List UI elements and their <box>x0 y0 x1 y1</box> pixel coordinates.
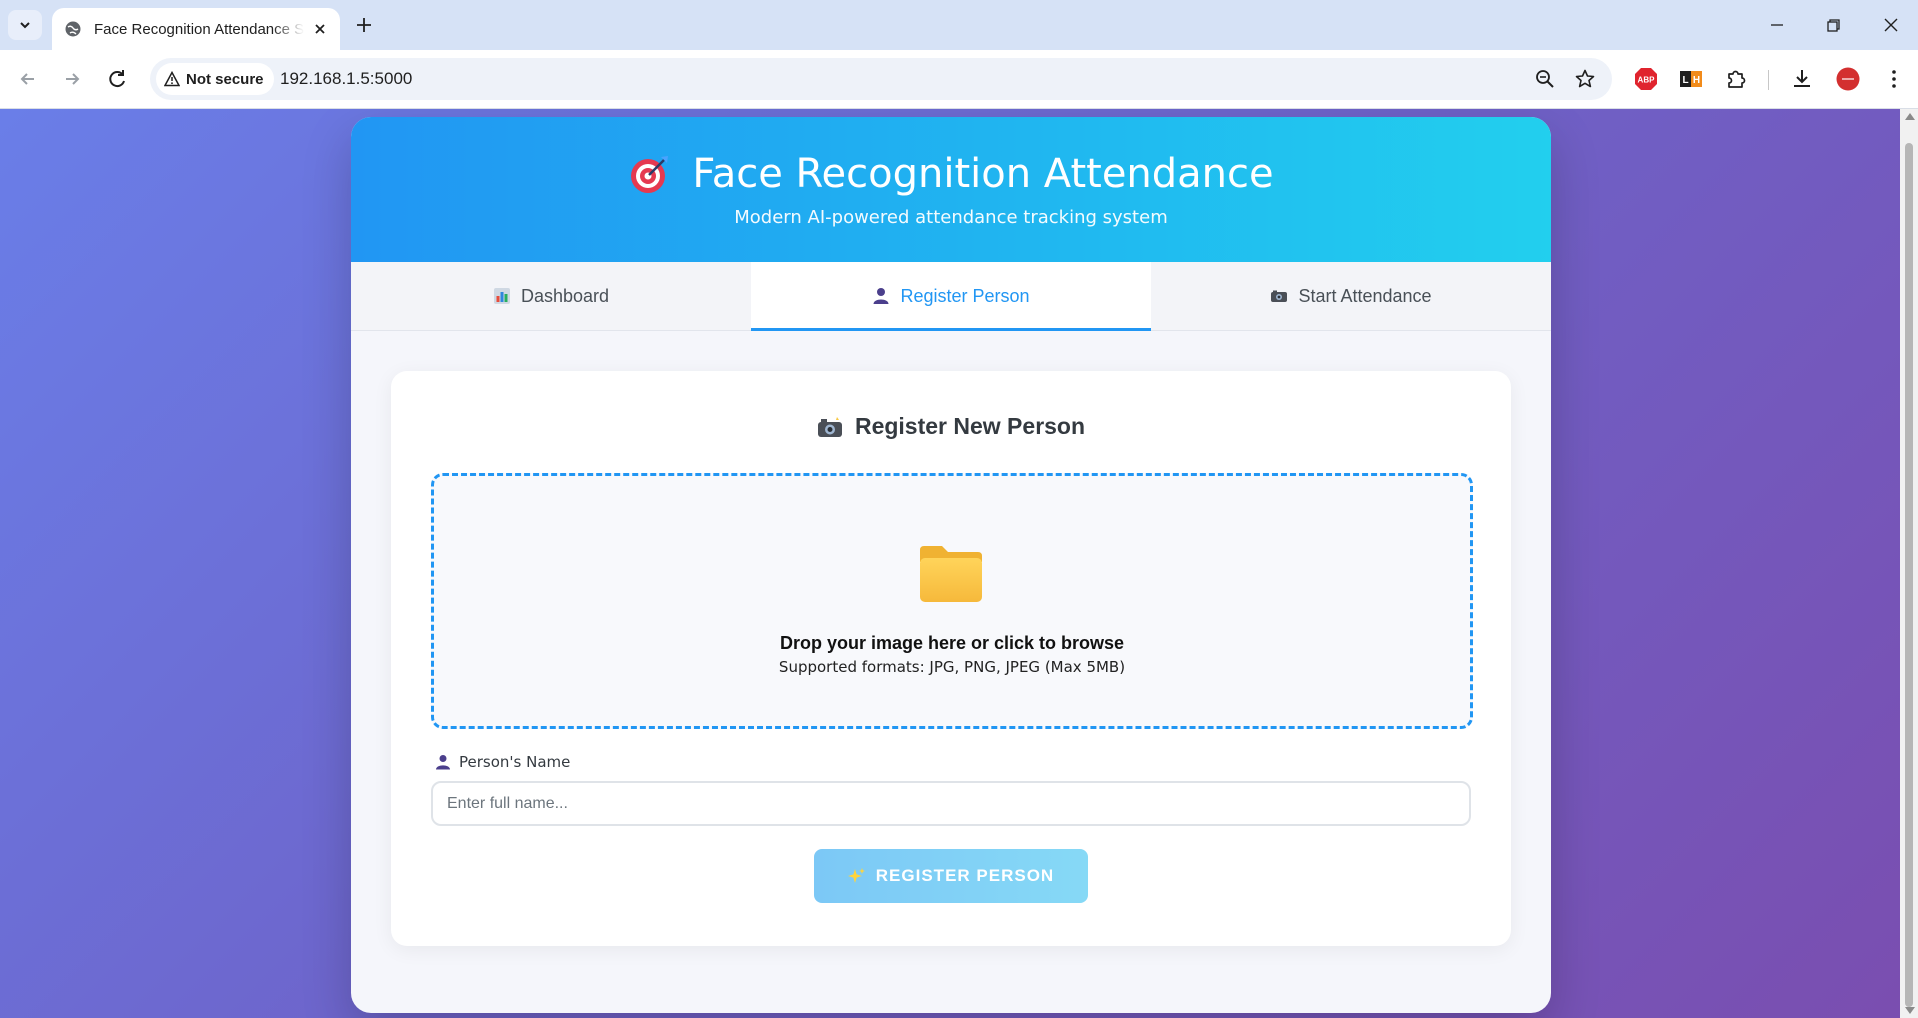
tab-search-button[interactable] <box>8 10 42 40</box>
register-person-button[interactable]: REGISTER PERSON <box>814 849 1088 903</box>
reload-icon[interactable] <box>104 65 132 93</box>
address-bar[interactable]: Not secure 192.168.1.5:5000 <box>150 58 1612 100</box>
dropzone-formats: Supported formats: JPG, PNG, JPEG (Max 5… <box>778 658 1126 676</box>
main-tabs: Dashboard Register Person Start Attendan… <box>351 262 1551 331</box>
app-container: Face Recognition Attendance Modern AI-po… <box>351 117 1551 1013</box>
browser-toolbar: Not secure 192.168.1.5:5000 ABP LH <box>0 50 1918 109</box>
security-label: Not secure <box>186 70 264 88</box>
tab-dashboard-label: Dashboard <box>520 285 610 306</box>
tab-register-label: Register Person <box>900 285 1030 306</box>
chevron-down-icon <box>20 22 30 29</box>
camera-flash-icon <box>817 416 842 437</box>
close-window-icon[interactable] <box>1878 12 1904 38</box>
url-text[interactable]: 192.168.1.5:5000 <box>280 69 412 89</box>
download-icon[interactable] <box>1790 67 1814 91</box>
register-title-text: Register New Person <box>854 413 1086 439</box>
restore-icon[interactable] <box>1820 12 1846 38</box>
app-subtitle: Modern AI-powered attendance tracking sy… <box>734 207 1168 228</box>
abp-icon[interactable]: ABP <box>1634 67 1658 91</box>
person-name-input[interactable] <box>431 781 1471 826</box>
folder-icon <box>920 546 982 602</box>
tab-attendance-label: Start Attendance <box>1298 285 1432 306</box>
tab-start-attendance[interactable]: Start Attendance <box>1151 262 1551 330</box>
browser-tab-active[interactable]: Face Recognition Attendance System <box>52 8 340 50</box>
dropzone-prompt: Drop your image here or click to browse <box>779 633 1125 653</box>
globe-icon <box>65 21 81 37</box>
register-button-label: REGISTER PERSON <box>875 866 1055 885</box>
new-tab-plus-icon[interactable] <box>352 13 376 37</box>
sparkles-icon <box>847 868 865 883</box>
person-icon <box>436 755 450 770</box>
camera-icon <box>1271 290 1288 302</box>
bar-chart-icon <box>493 288 510 304</box>
forward-arrow-icon[interactable] <box>58 65 86 93</box>
minimize-icon[interactable] <box>1764 12 1790 38</box>
browser-tabstrip: Face Recognition Attendance System <box>0 0 1918 50</box>
bookmark-star-icon[interactable] <box>1574 68 1596 90</box>
page-title: Face Recognition Attendance <box>351 117 1551 197</box>
name-label-text: Person's Name <box>459 753 571 771</box>
warning-triangle-icon <box>164 71 180 87</box>
back-arrow-icon[interactable] <box>14 65 42 93</box>
register-title: Register New Person <box>391 413 1511 440</box>
toolbar-divider <box>1768 70 1769 90</box>
tab-dashboard[interactable]: Dashboard <box>351 262 751 330</box>
tab-register-person[interactable]: Register Person <box>751 262 1151 331</box>
app-title: Face Recognition Attendance <box>692 151 1274 197</box>
target-icon <box>631 156 669 193</box>
page-viewport: Face Recognition Attendance Modern AI-po… <box>0 109 1900 1018</box>
close-icon[interactable] <box>312 21 328 37</box>
svg-text:ABP: ABP <box>1638 76 1656 85</box>
image-dropzone[interactable]: Drop your image here or click to browse … <box>431 473 1473 729</box>
register-panel: Register New Person Drop your image here… <box>391 371 1511 946</box>
puzzle-icon[interactable] <box>1724 67 1748 91</box>
svg-text:L: L <box>1682 75 1688 86</box>
svg-text:H: H <box>1693 75 1700 86</box>
zoom-icon[interactable] <box>1534 68 1556 90</box>
page-scrollbar[interactable] <box>1900 109 1918 1018</box>
profile-avatar[interactable] <box>1836 67 1860 91</box>
scroll-down-arrow-icon[interactable] <box>1905 1007 1915 1014</box>
person-icon <box>873 288 889 304</box>
tab-title: Face Recognition Attendance System <box>94 20 304 38</box>
app-header: Face Recognition Attendance Modern AI-po… <box>351 117 1551 262</box>
lighthouse-icon[interactable]: LH <box>1679 67 1703 91</box>
security-chip[interactable]: Not secure <box>156 63 274 95</box>
scroll-thumb[interactable] <box>1905 143 1913 1007</box>
more-menu-icon[interactable] <box>1882 67 1906 91</box>
scroll-up-arrow-icon[interactable] <box>1905 113 1915 120</box>
name-field-label: Person's Name <box>435 753 570 771</box>
